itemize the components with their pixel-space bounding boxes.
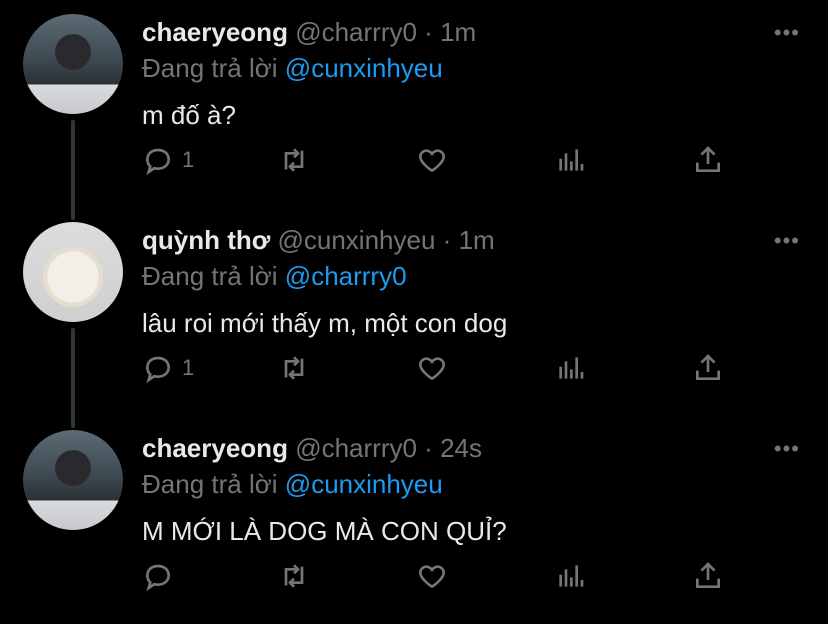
tweet[interactable]: chaeryeong @charrry0 · 1m ••• Đang trả l…	[0, 0, 828, 208]
replying-to-label: Đang trả lời	[142, 261, 278, 291]
views-button[interactable]	[554, 348, 586, 388]
timestamp[interactable]: 24s	[440, 433, 482, 463]
reply-icon	[145, 356, 171, 384]
tweet[interactable]: chaeryeong @charrry0 · 24s ••• Đang trả …	[0, 416, 828, 624]
retweet-button[interactable]	[278, 556, 310, 596]
tweet-header: chaeryeong @charrry0 · 1m	[142, 16, 476, 48]
share-button[interactable]	[692, 348, 724, 388]
tweet-text: M MỚI LÀ DOG MÀ CON QUỈ?	[142, 516, 507, 546]
handle[interactable]: @charrry0	[295, 433, 417, 463]
retweet-icon	[284, 148, 304, 172]
like-button[interactable]	[416, 556, 448, 596]
retweet-button[interactable]	[278, 348, 310, 388]
share-icon	[696, 354, 720, 380]
tweet-text: lâu roi mới thấy m, một con dog	[142, 308, 508, 338]
views-icon	[559, 565, 584, 587]
handle[interactable]: @cunxinhyeu	[277, 225, 435, 255]
replying-to: Đang trả lời @cunxinhyeu	[142, 468, 443, 500]
avatar[interactable]	[23, 222, 123, 322]
reply-button[interactable]: 1	[142, 348, 194, 388]
tweet-header: quỳnh thơ @cunxinhyeu · 1m	[142, 224, 495, 256]
reply-count: 1	[182, 147, 195, 172]
replying-to: Đang trả lời @cunxinhyeu	[142, 52, 443, 84]
timestamp[interactable]: 1m	[459, 225, 495, 255]
like-icon	[419, 149, 445, 173]
more-icon[interactable]: •••	[774, 436, 800, 462]
like-button[interactable]	[416, 348, 448, 388]
retweet-icon	[284, 356, 304, 380]
separator: ·	[424, 433, 433, 463]
like-icon	[419, 357, 445, 381]
display-name[interactable]: chaeryeong	[142, 17, 288, 47]
display-name[interactable]: chaeryeong	[142, 433, 288, 463]
share-button[interactable]	[692, 140, 724, 180]
reply-button[interactable]: 1	[142, 140, 194, 180]
more-icon[interactable]: •••	[774, 228, 800, 254]
tweet-header: chaeryeong @charrry0 · 24s	[142, 432, 482, 464]
reply-icon	[145, 148, 171, 176]
reply-icon	[145, 564, 171, 592]
replying-to-label: Đang trả lời	[142, 53, 278, 83]
handle[interactable]: @charrry0	[295, 17, 417, 47]
replying-to: Đang trả lời @charrry0	[142, 260, 407, 292]
share-button[interactable]	[692, 556, 724, 596]
timestamp[interactable]: 1m	[440, 17, 476, 47]
reply-count: 1	[182, 355, 195, 380]
avatar[interactable]	[23, 14, 123, 114]
retweet-button[interactable]	[278, 140, 310, 180]
views-button[interactable]	[554, 140, 586, 180]
separator: ·	[424, 17, 433, 47]
replying-to-handle[interactable]: @charrry0	[285, 261, 407, 291]
tweet-actions	[142, 556, 742, 596]
reply-button[interactable]	[142, 556, 182, 596]
retweet-icon	[284, 564, 304, 588]
more-icon[interactable]: •••	[774, 20, 800, 46]
replying-to-handle[interactable]: @cunxinhyeu	[285, 53, 443, 83]
like-button[interactable]	[416, 140, 448, 180]
views-icon	[559, 357, 584, 379]
share-icon	[696, 562, 720, 588]
views-icon	[559, 149, 584, 171]
separator: ·	[442, 225, 452, 255]
share-icon	[696, 146, 720, 172]
display-name[interactable]: quỳnh thơ	[142, 225, 270, 255]
tweet-text: m đố à?	[142, 100, 236, 130]
like-icon	[419, 565, 445, 589]
tweet-actions: 1	[142, 348, 742, 388]
views-button[interactable]	[554, 556, 586, 596]
replying-to-label: Đang trả lời	[142, 469, 278, 499]
avatar[interactable]	[23, 430, 123, 530]
tweet-actions: 1	[142, 140, 742, 180]
replying-to-handle[interactable]: @cunxinhyeu	[285, 469, 443, 499]
tweet[interactable]: quỳnh thơ @cunxinhyeu · 1m ••• Đang trả …	[0, 208, 828, 416]
